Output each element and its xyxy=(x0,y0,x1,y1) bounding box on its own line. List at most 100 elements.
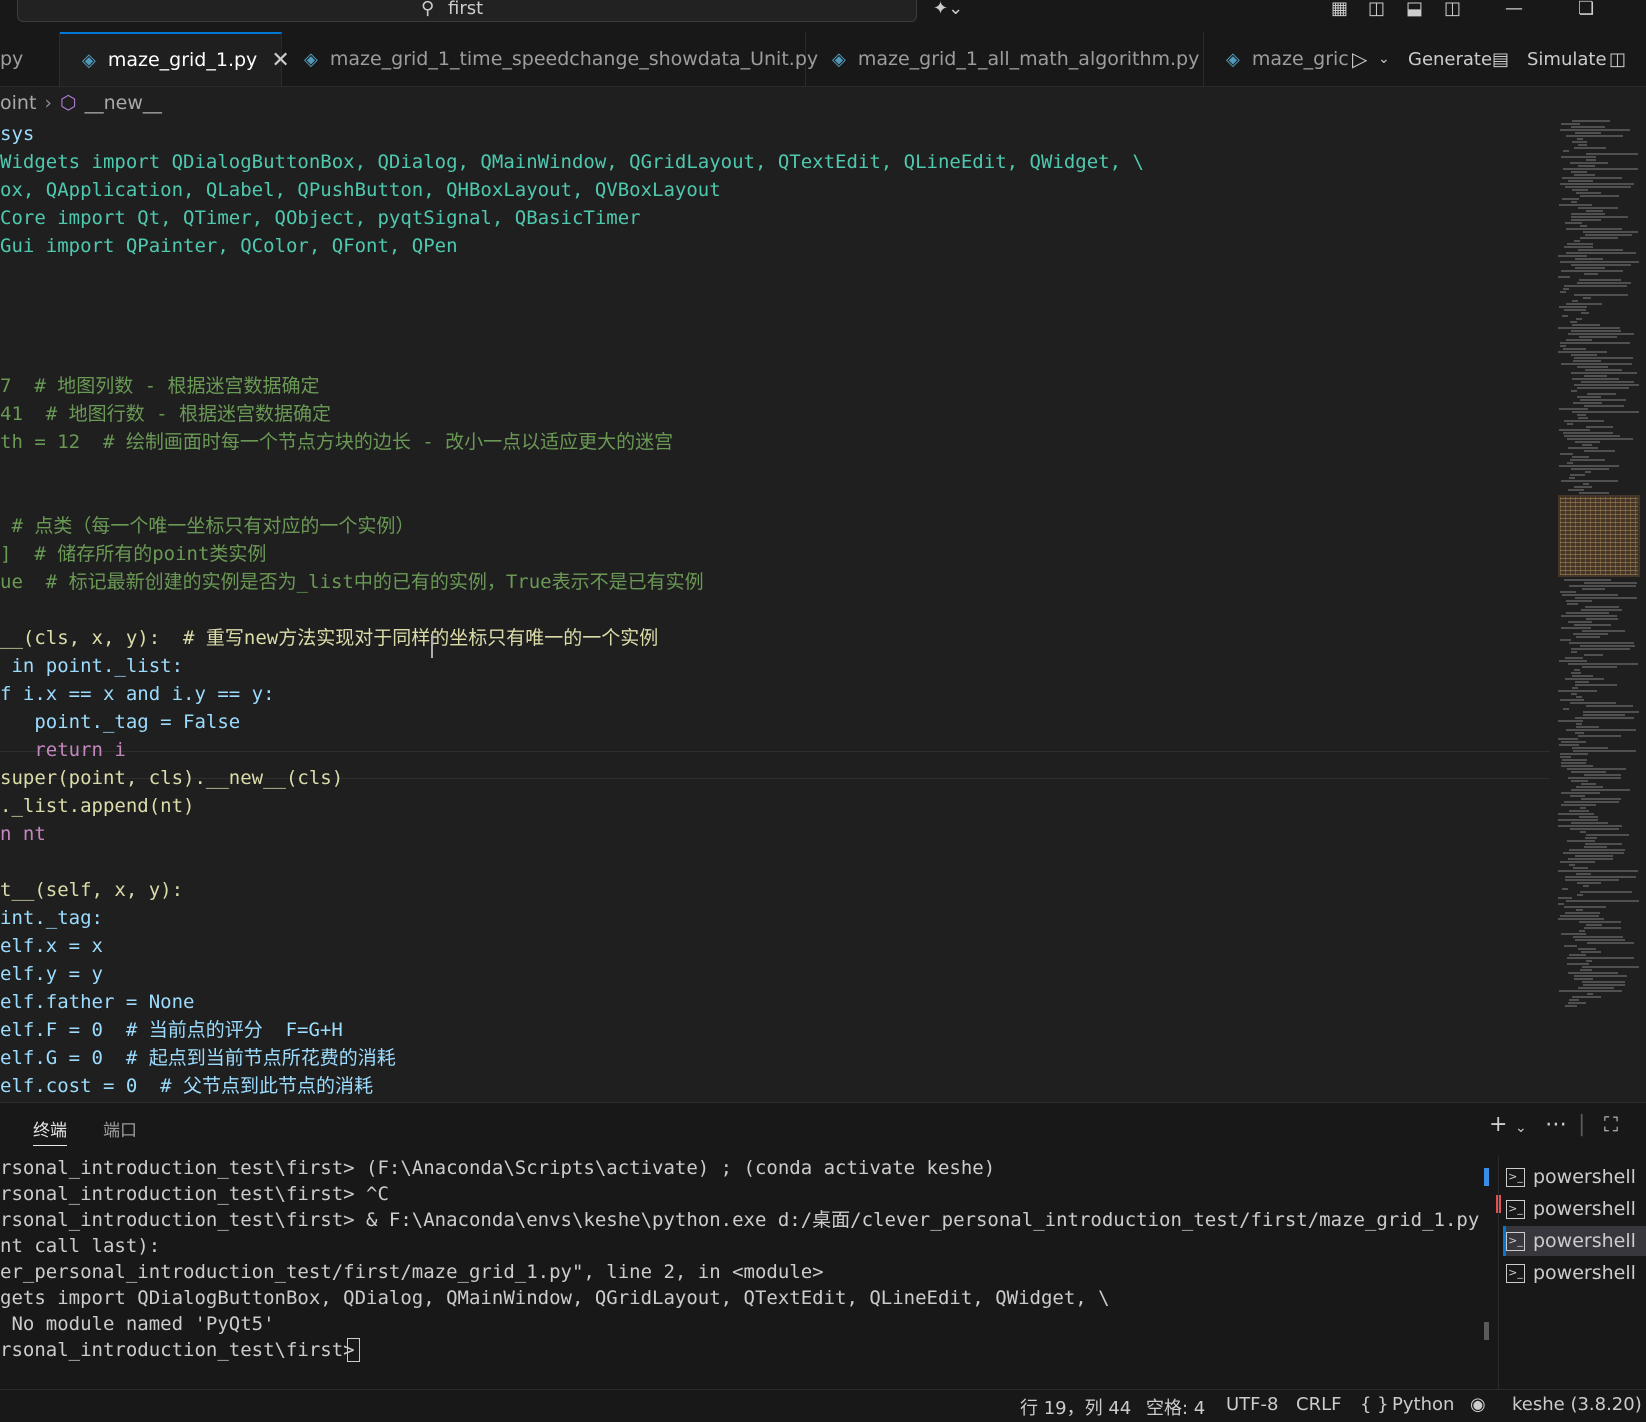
divider: | xyxy=(1578,1112,1586,1137)
tab-maze-grid-1[interactable]: ◈ maze_grid_1.py ✕ xyxy=(60,32,290,86)
tab-terminal[interactable]: 终端 xyxy=(33,1116,67,1146)
code-editor[interactable]: sys Widgets import QDialogButtonBox, QDi… xyxy=(0,120,1550,1100)
python-file-icon: ◈ xyxy=(304,48,318,70)
minimap-line xyxy=(1559,204,1592,206)
code-line: Widgets import QDialogButtonBox, QDialog… xyxy=(0,151,1144,173)
simulate-icon[interactable]: ▤ xyxy=(1492,32,1509,86)
language-mode[interactable]: Python xyxy=(1392,1394,1454,1415)
minimap-line xyxy=(1560,345,1566,347)
minimap-line xyxy=(1583,984,1625,986)
minimap-line xyxy=(1567,243,1593,245)
terminal-line: rsonal_introduction_test\first> (F:\Anac… xyxy=(0,1157,996,1179)
minimap-line xyxy=(1559,990,1622,992)
code-line: elf.x = x xyxy=(0,935,103,957)
tab-maze-gric[interactable]: ◈ maze_gric xyxy=(1204,32,1354,86)
minimap-line xyxy=(1565,657,1583,659)
minimap-line xyxy=(1572,378,1619,380)
tab-maze-grid-1-time-speedchange[interactable]: ◈ maze_grid_1_time_speedchange_showdata_… xyxy=(282,32,818,86)
tab-ports[interactable]: 端口 xyxy=(103,1116,137,1141)
python-interpreter[interactable]: keshe (3.8.20) xyxy=(1512,1394,1642,1415)
toggle-secondary-sidebar-icon[interactable]: ◫ xyxy=(1444,0,1461,19)
chevron-down-icon[interactable]: ⌄ xyxy=(1378,32,1390,86)
minimap-line xyxy=(1561,792,1600,794)
tab-maze-grid-1-all-math[interactable]: ◈ maze_grid_1_all_math_algorithm.py xyxy=(806,32,1204,86)
minimap-line xyxy=(1571,648,1630,650)
minimap-line xyxy=(1561,363,1632,365)
minimap-line xyxy=(1559,306,1587,308)
code-line: sys xyxy=(0,123,35,145)
more-actions-icon[interactable]: ⋯ xyxy=(1545,1112,1567,1137)
minimap-line xyxy=(1568,180,1593,182)
minimap-line xyxy=(1578,948,1596,950)
minimap-line xyxy=(1578,207,1618,209)
simulate-button[interactable]: Simulate xyxy=(1527,32,1607,86)
line-ending[interactable]: CRLF xyxy=(1296,1394,1341,1415)
breadcrumb-parent[interactable]: oint xyxy=(0,92,36,114)
tab-py[interactable]: py xyxy=(0,32,60,86)
minimap-line xyxy=(1580,645,1635,647)
minimap-line xyxy=(1564,285,1627,287)
terminal-line: No module named 'PyQt5' xyxy=(0,1313,275,1335)
cursor-position[interactable]: 行 19，列 44 xyxy=(1020,1394,1131,1420)
minimap-line xyxy=(1569,810,1589,812)
minimap-line xyxy=(1561,615,1617,617)
minimap-line xyxy=(1583,231,1638,233)
minimap-line xyxy=(1569,864,1575,866)
minimap-line xyxy=(1561,627,1591,629)
minimap-line xyxy=(1576,786,1603,788)
maximize-panel-icon[interactable]: ⛶ xyxy=(1604,1112,1618,1136)
minimap-line xyxy=(1581,312,1589,314)
terminal-name: powershell xyxy=(1533,1166,1636,1188)
chevron-down-icon[interactable]: ⌄ xyxy=(1515,1120,1527,1136)
customize-layout-icon[interactable]: ▦ xyxy=(1331,0,1348,19)
new-terminal-icon[interactable]: + xyxy=(1489,1112,1507,1137)
run-python-file-button[interactable]: ▷ xyxy=(1352,32,1367,86)
minimap-line xyxy=(1558,897,1572,899)
minimap-line xyxy=(1565,876,1636,878)
toggle-sidebar-icon[interactable]: ◫ xyxy=(1368,0,1385,19)
minimap-line xyxy=(1574,384,1639,386)
terminal-list-item-active[interactable]: >_ powershell xyxy=(1506,1226,1646,1256)
minimap-line xyxy=(1573,402,1602,404)
minimap-line xyxy=(1571,201,1577,203)
terminal-list-item[interactable]: >_ powershell xyxy=(1506,1194,1636,1224)
minimap-line xyxy=(1571,672,1581,674)
minimap-line xyxy=(1585,471,1591,473)
copilot-icon[interactable]: ✦⌄ xyxy=(933,0,963,19)
split-editor-icon[interactable]: ◫ xyxy=(1609,32,1626,86)
minimap-line xyxy=(1577,387,1629,389)
minimap-line xyxy=(1584,582,1637,584)
tab-label: maze_grid_1_time_speedchange_showdata_Un… xyxy=(329,48,819,70)
minimap-line xyxy=(1558,327,1620,329)
breadcrumb-symbol[interactable]: __new__ xyxy=(85,92,162,114)
terminal-line: nt call last): xyxy=(0,1235,161,1257)
minimap-line xyxy=(1571,216,1628,218)
generate-button[interactable]: Generate xyxy=(1408,32,1492,86)
terminal-prompt[interactable]: rsonal_introduction_test\first> xyxy=(0,1337,366,1363)
minimap-line xyxy=(1569,477,1575,479)
terminal-scrollbar[interactable] xyxy=(1484,1322,1489,1340)
minimap-line xyxy=(1566,600,1592,602)
minimap-line xyxy=(1563,150,1569,152)
minimap-line xyxy=(1566,228,1622,230)
copilot-status-icon[interactable]: ◉ xyxy=(1470,1394,1486,1415)
terminal-list-item[interactable]: >_ powershell xyxy=(1506,1258,1636,1288)
minimize-icon[interactable]: — xyxy=(1505,0,1523,19)
minimap-line xyxy=(1572,189,1588,191)
toggle-panel-icon[interactable]: ⬓ xyxy=(1406,0,1423,19)
minimap-line xyxy=(1574,147,1606,149)
minimap-line xyxy=(1576,909,1583,911)
terminal-list-item[interactable]: >_ powershell xyxy=(1506,1162,1636,1192)
minimap-line xyxy=(1559,660,1587,662)
minimap-line xyxy=(1558,813,1594,815)
minimap-line xyxy=(1587,942,1634,944)
minimap-line xyxy=(1560,915,1599,917)
encoding[interactable]: UTF-8 xyxy=(1226,1394,1278,1415)
minimap-line xyxy=(1571,651,1577,653)
minimap-line xyxy=(1566,900,1639,902)
tab-label: maze_gric xyxy=(1251,48,1349,70)
indentation[interactable]: 空格: 4 xyxy=(1146,1394,1205,1420)
restore-icon[interactable]: ❏ xyxy=(1578,0,1594,19)
minimap-line xyxy=(1571,372,1637,374)
minimap-line xyxy=(1564,309,1586,311)
